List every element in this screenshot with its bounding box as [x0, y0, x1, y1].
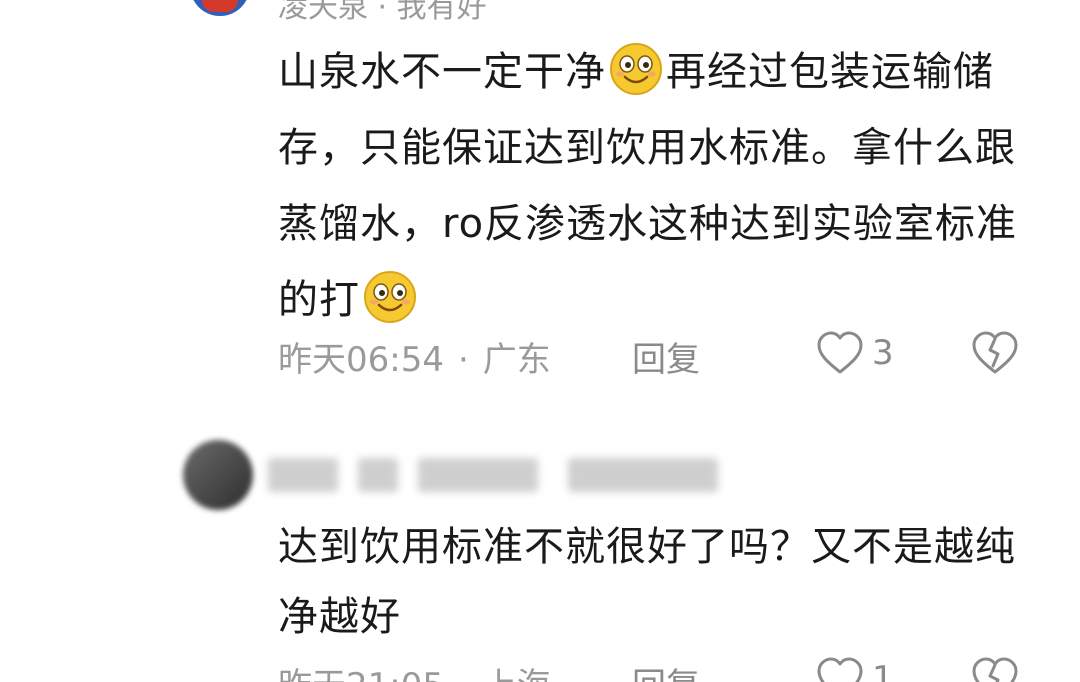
meta-separator: · — [458, 666, 469, 682]
comment-author-blurred[interactable] — [268, 450, 728, 498]
heart-icon — [817, 331, 863, 374]
comment-time: 昨天21:05 — [278, 666, 444, 682]
dislike-button[interactable] — [970, 330, 1020, 380]
comment-meta: 昨天21:05 · 上海 — [278, 658, 551, 682]
comment-text: 山泉水不一定干净 再经过包装运输储存，只能保证达到饮用水标准。拿什么跟蒸馏水，r… — [278, 34, 1048, 338]
like-button[interactable]: 3 — [816, 330, 894, 376]
broken-heart-icon — [972, 331, 1018, 374]
like-count: 3 — [872, 333, 894, 373]
comment-text: 达到饮用标准不就很好了吗？又不是越纯净越好 — [278, 524, 1016, 640]
heart-icon — [817, 657, 863, 682]
comment-text-part: 山泉水不一定干净 — [278, 49, 606, 95]
comment-list: 凌天泉 · 我有好 山泉水不一定干净 再经过包装运输储存，只能保证达到饮用水标准… — [0, 0, 1080, 682]
comment-location: 上海 — [483, 666, 551, 682]
avatar[interactable] — [183, 440, 253, 510]
reply-button[interactable]: 回复 — [632, 332, 700, 381]
like-button[interactable]: 1 — [816, 656, 894, 682]
smile-emoji-icon — [364, 271, 416, 323]
meta-separator: · — [457, 340, 469, 380]
comment-meta: 昨天06:54 · 广东 — [278, 332, 551, 381]
comment-author[interactable]: 凌天泉 · 我有好 — [278, 0, 487, 26]
avatar[interactable] — [190, 0, 250, 16]
comment-time: 昨天06:54 — [278, 340, 444, 380]
comment-location: 广东 — [482, 340, 551, 380]
dislike-button[interactable] — [970, 656, 1020, 682]
reply-button[interactable]: 回复 — [632, 658, 700, 682]
broken-heart-icon — [972, 657, 1018, 682]
smile-emoji-icon — [610, 43, 662, 95]
like-count: 1 — [872, 659, 894, 682]
